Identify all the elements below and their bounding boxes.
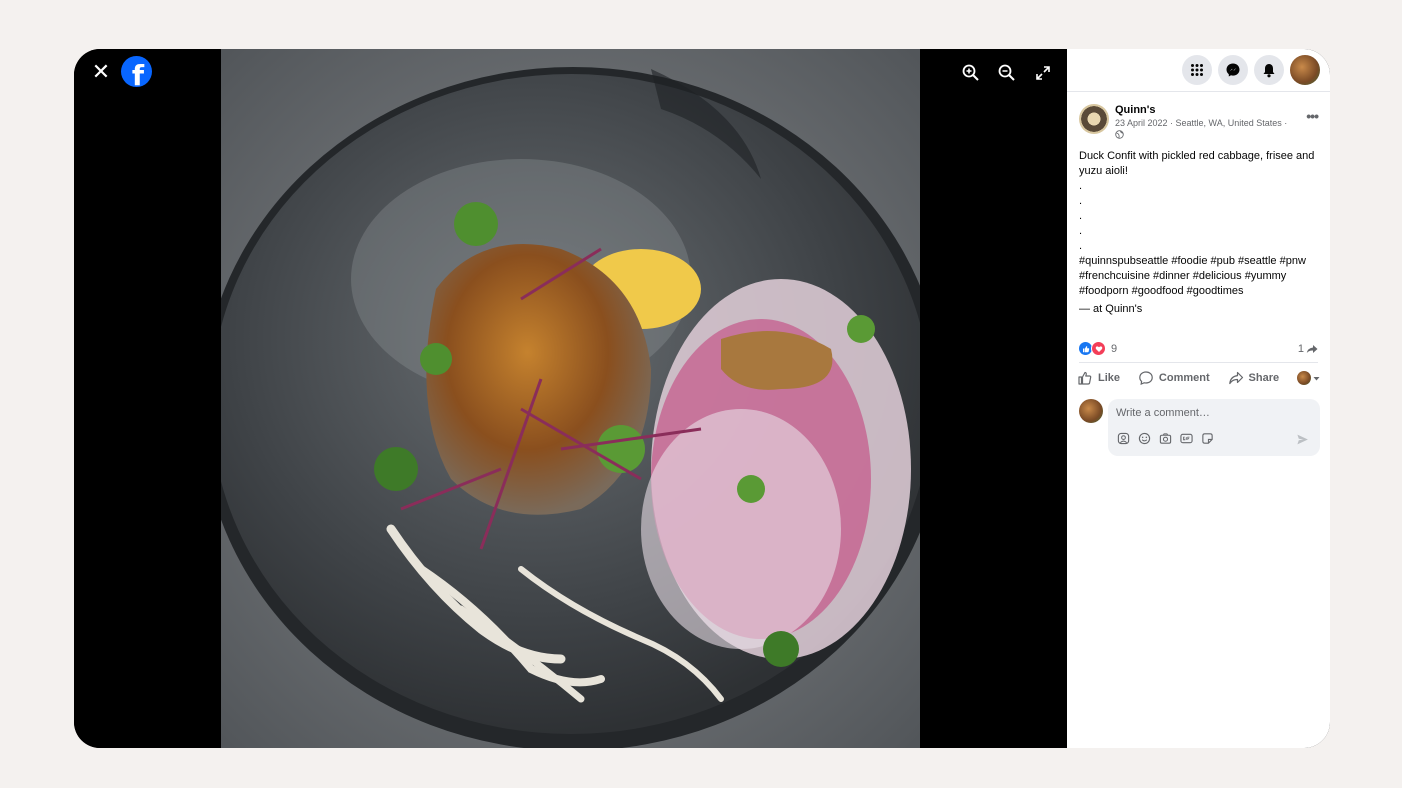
notifications-icon: [1263, 63, 1275, 77]
camera-icon[interactable]: [1159, 432, 1172, 445]
commenter-avatar: [1079, 399, 1103, 423]
top-bar: [1067, 49, 1330, 92]
comment-field: [1108, 399, 1320, 456]
facebook-logo-letter: f: [131, 59, 145, 88]
menu-grid-icon: [1191, 64, 1203, 76]
caption-dot: .: [1079, 195, 1083, 207]
comment-composer: [1079, 399, 1320, 456]
caret-down-icon: [1313, 376, 1320, 380]
photo-viewer-window: ✕ f Quinn's 23 April 2022 · Seattle, WA,…: [74, 49, 1330, 748]
comment-icon: [1139, 371, 1153, 385]
like-icon: [1078, 371, 1092, 385]
photo-viewer: ✕ f: [74, 49, 1067, 748]
like-label: Like: [1098, 372, 1121, 384]
checkin-place-link[interactable]: Quinn's: [1105, 303, 1142, 315]
gif-icon[interactable]: [1180, 432, 1193, 445]
love-reaction-icon: [1091, 341, 1106, 356]
food-photo-illustration: [221, 49, 920, 748]
like-button[interactable]: Like: [1077, 370, 1120, 386]
notifications-button[interactable]: [1254, 55, 1284, 85]
emoji-icon[interactable]: [1138, 432, 1151, 445]
share-arrow-icon: [1306, 344, 1318, 353]
caption-text: Duck Confit with pickled red cabbage, fr…: [1079, 150, 1315, 177]
comment-button[interactable]: Comment: [1138, 370, 1210, 386]
share-count: 1: [1297, 342, 1304, 355]
post-sidebar: Quinn's 23 April 2022 · Seattle, WA, Uni…: [1067, 49, 1330, 748]
share-label: Share: [1248, 372, 1280, 384]
expand-icon[interactable]: [1033, 63, 1053, 83]
close-button[interactable]: ✕: [90, 61, 112, 83]
profile-avatar[interactable]: [1290, 55, 1320, 85]
avatar-sticker-icon[interactable]: [1117, 432, 1130, 445]
messenger-icon: [1226, 63, 1240, 77]
messenger-button[interactable]: [1218, 55, 1248, 85]
comment-tools: [1117, 432, 1214, 445]
page-name-link[interactable]: Quinn's: [1115, 104, 1287, 117]
post-meta: Quinn's 23 April 2022 · Seattle, WA, Uni…: [1115, 104, 1287, 143]
menu-grid-button[interactable]: [1182, 55, 1212, 85]
checkin-prefix: — at: [1079, 303, 1106, 315]
selector-avatar: [1297, 371, 1311, 385]
audience-selector[interactable]: [1297, 371, 1320, 385]
caption-hashtags[interactable]: #quinnspubseattle #foodie #pub #seattle …: [1079, 254, 1318, 299]
viewer-toolbar: [961, 63, 1053, 83]
page-avatar[interactable]: [1079, 104, 1109, 134]
more-options-button[interactable]: •••: [1306, 108, 1319, 124]
location-checkin: — at Quinn's: [1067, 299, 1330, 315]
post-date-location-text[interactable]: 23 April 2022 · Seattle, WA, United Stat…: [1115, 118, 1287, 128]
caption-dot: .: [1079, 225, 1083, 237]
zoom-in-icon[interactable]: [961, 63, 981, 83]
post-date-location: 23 April 2022 · Seattle, WA, United Stat…: [1115, 117, 1287, 143]
post-photo[interactable]: [221, 49, 920, 748]
caption-dot: .: [1079, 180, 1083, 192]
globe-icon: [1115, 130, 1124, 139]
comment-input[interactable]: [1108, 399, 1294, 427]
share-count-button[interactable]: 1: [1298, 343, 1318, 355]
share-button[interactable]: Share: [1228, 370, 1280, 386]
facebook-logo[interactable]: f: [121, 56, 152, 87]
caption-dot: .: [1079, 240, 1083, 252]
zoom-out-icon[interactable]: [997, 63, 1017, 83]
share-icon: [1228, 371, 1243, 385]
caption-dot: .: [1079, 210, 1083, 222]
post-header: Quinn's 23 April 2022 · Seattle, WA, Uni…: [1067, 92, 1330, 143]
post-actions: Like Comment Share: [1077, 363, 1320, 393]
reactions-summary: 9 1: [1079, 341, 1318, 363]
reaction-count: 9: [1111, 342, 1118, 355]
comment-label: Comment: [1158, 372, 1210, 384]
reactions-button[interactable]: 9: [1079, 341, 1117, 356]
sticker-icon[interactable]: [1201, 432, 1214, 445]
post-caption: Duck Confit with pickled red cabbage, fr…: [1067, 143, 1330, 299]
send-icon[interactable]: [1296, 433, 1309, 446]
